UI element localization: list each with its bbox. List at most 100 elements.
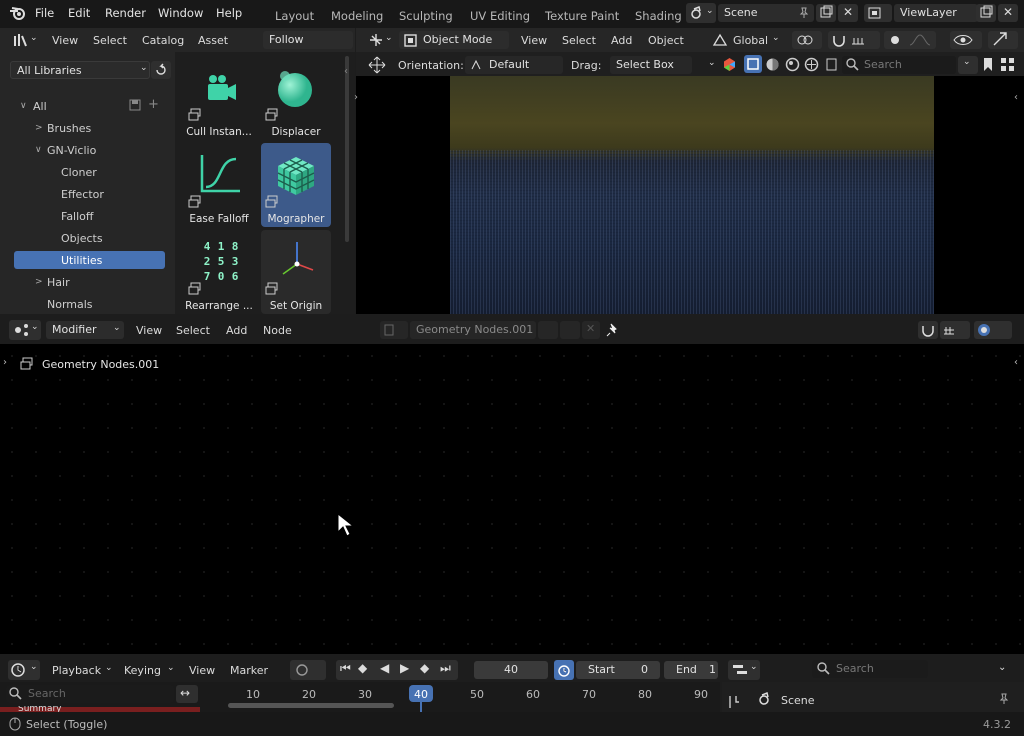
viewport-search-input[interactable]: Search (842, 56, 956, 74)
outliner-editor-type-button[interactable]: ⌄ (728, 660, 760, 680)
catalog-item-all[interactable]: All (33, 100, 47, 113)
play-icon[interactable]: ▶ (400, 661, 409, 675)
node-menu-add[interactable]: Add (226, 324, 247, 337)
jump-start-icon[interactable]: ⏮ (340, 661, 351, 676)
timeline-menu-marker[interactable]: Marker (230, 664, 268, 677)
delete-scene-button[interactable]: ✕ (838, 4, 858, 22)
chevron-right-icon[interactable]: > (35, 123, 43, 133)
prev-keyframe-icon[interactable]: ◆ (358, 661, 367, 675)
asset-menu-catalog[interactable]: Catalog (142, 34, 184, 47)
catalog-item-cloner[interactable]: Cloner (61, 166, 97, 179)
asset-cull-instances[interactable]: Cull Instan... (184, 56, 254, 140)
jump-end-icon[interactable]: ⏭ (440, 661, 451, 676)
fake-user-button[interactable] (538, 321, 558, 339)
timeline-search-input[interactable]: Search (6, 685, 174, 703)
material-shading-icon[interactable] (785, 57, 800, 72)
tab-uv-editing[interactable]: UV Editing (470, 9, 530, 23)
save-icon[interactable] (129, 99, 141, 111)
auto-keying-button[interactable] (290, 660, 326, 680)
play-reverse-icon[interactable]: ◀ (380, 661, 389, 675)
timeline-menu-playback[interactable]: Playback (52, 664, 101, 677)
node-canvas[interactable] (0, 344, 1024, 654)
chevron-right-icon[interactable]: › (354, 92, 358, 103)
snap-target-button[interactable] (940, 321, 970, 339)
grid-view-icon[interactable] (1000, 57, 1015, 72)
blender-logo-icon[interactable] (9, 5, 27, 21)
chevron-left-icon[interactable]: ‹ (1014, 357, 1018, 368)
library-dropdown[interactable]: All Libraries (10, 61, 150, 79)
viewlayer-name-field[interactable]: ViewLayer (894, 4, 978, 22)
use-preview-range-button[interactable] (554, 660, 574, 680)
asset-menu-asset[interactable]: Asset (198, 34, 228, 47)
asset-rearrange[interactable]: 418 253 706 Rearrange ... (184, 230, 254, 314)
catalog-item-objects[interactable]: Objects (61, 232, 103, 245)
snap-node-button[interactable] (918, 321, 938, 339)
asset-mographer[interactable]: Mographer (261, 143, 331, 227)
shading-options-icon[interactable] (824, 57, 839, 72)
chevron-left-icon[interactable]: ‹ (344, 66, 348, 77)
pin-icon[interactable] (798, 7, 810, 19)
rendered-shading-icon[interactable] (804, 57, 819, 72)
menu-edit[interactable]: Edit (68, 6, 90, 20)
swap-icon-button[interactable]: ↔ (176, 685, 198, 703)
proportional-edit-button[interactable] (884, 31, 936, 49)
tab-layout[interactable]: Layout (275, 9, 314, 23)
solid-shading-icon[interactable] (765, 57, 780, 72)
pivot-button[interactable] (792, 31, 822, 49)
delete-viewlayer-button[interactable]: ✕ (998, 4, 1018, 22)
tab-sculpting[interactable]: Sculpting (399, 9, 453, 23)
bookmark-icon[interactable] (982, 57, 994, 72)
vp-menu-add[interactable]: Add (611, 34, 632, 47)
outliner-scene-item[interactable]: Scene (781, 694, 815, 707)
node-tree-name-field[interactable]: Geometry Nodes.001 (410, 321, 536, 339)
node-menu-view[interactable]: View (136, 324, 162, 337)
catalog-item-utilities[interactable]: Utilities (61, 254, 102, 267)
chevron-down-icon[interactable]: ∨ (35, 145, 42, 155)
asset-set-origin[interactable]: Set Origin (261, 230, 331, 314)
vp-menu-select[interactable]: Select (562, 34, 596, 47)
timeline-scrollbar[interactable] (228, 703, 394, 708)
new-node-tree-button[interactable] (560, 321, 580, 339)
asset-menu-select[interactable]: Select (93, 34, 127, 47)
unlink-node-tree-button[interactable]: ✕ (582, 321, 600, 339)
vp-menu-object[interactable]: Object (648, 34, 684, 47)
visibility-button[interactable] (950, 31, 982, 49)
asset-displacer[interactable]: Displacer (261, 56, 331, 140)
chevron-left-icon[interactable]: ‹ (1014, 92, 1018, 103)
catalog-item-falloff[interactable]: Falloff (61, 210, 93, 223)
new-scene-button[interactable] (816, 4, 836, 22)
overlay-button[interactable] (974, 321, 1012, 339)
3d-viewport-icon[interactable] (368, 32, 384, 48)
transform-orientation-dropdown[interactable]: Global (733, 34, 768, 47)
refresh-library-button[interactable] (151, 61, 171, 79)
vp-menu-view[interactable]: View (521, 34, 547, 47)
node-menu-node[interactable]: Node (263, 324, 292, 337)
tab-texture-paint[interactable]: Texture Paint (545, 9, 619, 23)
timeline-editor-type-button[interactable]: ⌄ (8, 660, 40, 680)
color-wheel-icon[interactable] (722, 57, 737, 72)
catalog-item-hair[interactable]: Hair (47, 276, 70, 289)
gizmo-button[interactable] (988, 31, 1018, 49)
menu-help[interactable]: Help (216, 6, 242, 20)
end-frame-field[interactable]: End 1 (664, 661, 718, 679)
node-tree-browse-button[interactable] (380, 321, 408, 339)
chevron-right-icon[interactable]: > (35, 277, 43, 287)
catalog-item-effector[interactable]: Effector (61, 188, 104, 201)
chevron-right-icon[interactable]: › (3, 357, 7, 368)
catalog-item-brushes[interactable]: Brushes (47, 122, 91, 135)
menu-render[interactable]: Render (105, 6, 146, 20)
asset-menu-view[interactable]: View (52, 34, 78, 47)
catalog-item-normals[interactable]: Normals (47, 298, 93, 311)
catalog-item-gn-viclio[interactable]: GN-Viclio (47, 144, 96, 157)
chevron-down-icon[interactable]: ⌄ (998, 662, 1006, 673)
asset-browser-editor-icon[interactable] (12, 32, 28, 48)
timeline-menu-keying[interactable]: Keying (124, 664, 161, 677)
tool-icon[interactable] (727, 694, 741, 710)
node-editor-type-button[interactable]: ⌄ (9, 320, 41, 340)
chevron-down-icon[interactable]: ∨ (20, 101, 27, 111)
next-keyframe-icon[interactable]: ◆ (420, 661, 429, 675)
pin-icon[interactable] (606, 323, 620, 337)
current-frame-field[interactable]: 40 (474, 661, 548, 679)
follow-preferences-dropdown[interactable]: Follow Preferen (263, 31, 353, 49)
new-viewlayer-button[interactable] (976, 4, 996, 22)
